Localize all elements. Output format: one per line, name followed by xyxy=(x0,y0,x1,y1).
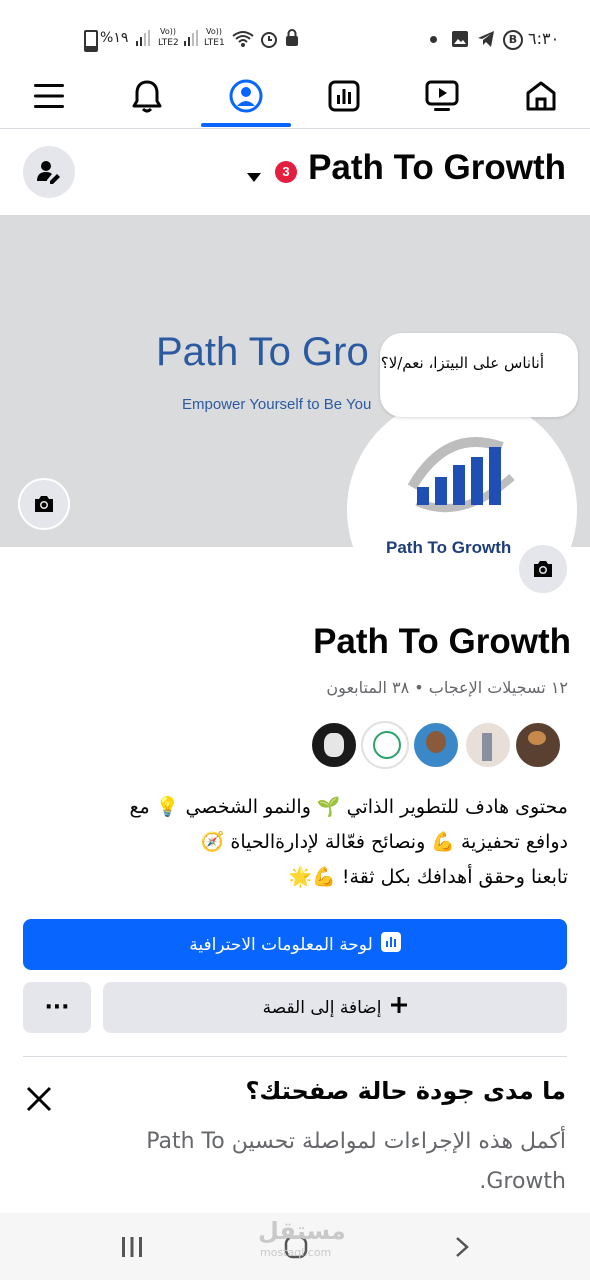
bio-line-1: محتوى هادف للتطوير الذاتي 🌱 والنمو الشخص… xyxy=(129,796,568,818)
close-button[interactable] xyxy=(22,1082,56,1116)
notification-badge: 3 xyxy=(275,161,297,183)
avatar xyxy=(310,721,358,769)
lte2-label: LTE2 xyxy=(158,38,179,48)
edit-profile-picture-button[interactable] xyxy=(517,543,569,595)
page-quality-title: ما مدى جودة حالة صفحتك؟ xyxy=(245,1077,566,1105)
battery-icon xyxy=(84,30,98,52)
plus-icon xyxy=(391,997,408,1018)
profile-logo-text: Path To Growth xyxy=(386,538,512,557)
profile-icon xyxy=(229,79,263,113)
cover-title: Path To Gro xyxy=(156,330,369,374)
b-badge-icon: B xyxy=(503,30,523,50)
chart-icon xyxy=(328,80,360,112)
cover-subtitle: Empower Yourself to Be You xyxy=(182,396,372,413)
recent-apps-button[interactable] xyxy=(108,1213,156,1280)
avatar xyxy=(412,721,460,769)
profile-note-text: أناناس على البيتزا، نعم/لا؟ xyxy=(380,354,544,372)
edit-cover-button[interactable] xyxy=(18,478,70,530)
tab-profile[interactable] xyxy=(206,64,286,128)
tab-notifications[interactable] xyxy=(107,64,187,128)
page-title[interactable]: Path To Growth xyxy=(308,148,566,188)
page-dropdown-caret-icon[interactable] xyxy=(247,167,261,186)
battery-percent: %١٩ xyxy=(100,30,129,46)
video-icon xyxy=(425,80,459,111)
camera-icon xyxy=(35,496,53,512)
bell-icon xyxy=(132,80,162,113)
likes-followers-stats[interactable]: ١٢ تسجيلات الإعجاب • ٣٨ المتابعون xyxy=(326,678,568,697)
watermark-url: mostaql.com xyxy=(260,1246,332,1259)
professional-dashboard-button[interactable]: لوحة المعلومات الاحترافية xyxy=(23,919,567,970)
switch-profile-button[interactable] xyxy=(23,146,75,198)
bio-line-2: دوافع تحفيزية 💪 ونصائح فعّالة لإدارةالحي… xyxy=(200,831,568,853)
add-to-story-button[interactable]: إضافة إلى القصة xyxy=(103,982,567,1033)
bio-line-3: تابعنا وحقق أهدافك بكل ثقة! 💪🌟 xyxy=(288,866,568,888)
home-icon xyxy=(526,81,556,111)
top-tab-bar xyxy=(0,64,590,129)
avatar xyxy=(464,721,512,769)
signal-icon xyxy=(184,30,198,46)
growth-logo-icon xyxy=(407,437,515,513)
recent-apps-icon xyxy=(122,1236,142,1257)
active-tab-indicator xyxy=(201,123,291,127)
divider xyxy=(23,1056,567,1057)
avatar xyxy=(361,721,409,769)
add-to-story-label: إضافة إلى القصة xyxy=(262,997,382,1018)
volte-label-1: Vo)) xyxy=(206,27,222,36)
lte1-label: LTE1 xyxy=(204,38,225,48)
back-button[interactable] xyxy=(438,1213,486,1280)
chevron-right-icon xyxy=(456,1236,469,1257)
clock: ٦:٣٠ xyxy=(528,29,560,48)
tab-video[interactable] xyxy=(402,64,482,128)
watermark-logo: مستقل xyxy=(258,1217,346,1245)
status-bar: %١٩ Vo)) LTE2 Vo)) LTE1 B ٦:٣٠ xyxy=(0,0,590,64)
gallery-icon xyxy=(451,30,469,52)
alarm-icon xyxy=(260,30,278,52)
avatar xyxy=(514,721,562,769)
menu-icon xyxy=(34,84,64,108)
person-edit-icon xyxy=(37,161,60,184)
professional-dashboard-label: لوحة المعلومات الاحترافية xyxy=(189,934,373,955)
dot-icon xyxy=(430,36,437,43)
tab-menu[interactable] xyxy=(9,64,89,128)
close-icon xyxy=(26,1086,52,1112)
profile-note-bubble[interactable]: أناناس على البيتزا، نعم/لا؟ xyxy=(380,333,578,417)
camera-icon xyxy=(534,561,552,577)
profile-name: Path To Growth xyxy=(313,622,571,661)
more-options-button[interactable]: ··· xyxy=(23,982,91,1033)
wifi-icon xyxy=(232,30,254,52)
page-quality-description: أكمل هذه الإجراءات لمواصلة تحسين Path To… xyxy=(146,1129,566,1194)
tab-home[interactable] xyxy=(501,64,581,128)
bio: محتوى هادف للتطوير الذاتي 🌱 والنمو الشخص… xyxy=(28,790,568,895)
telegram-icon xyxy=(477,30,495,52)
lock-icon xyxy=(285,29,299,51)
chart-icon xyxy=(380,932,401,957)
signal-icon xyxy=(136,30,150,46)
tab-insights[interactable] xyxy=(304,64,384,128)
volte-label-2: Vo)) xyxy=(160,27,176,36)
